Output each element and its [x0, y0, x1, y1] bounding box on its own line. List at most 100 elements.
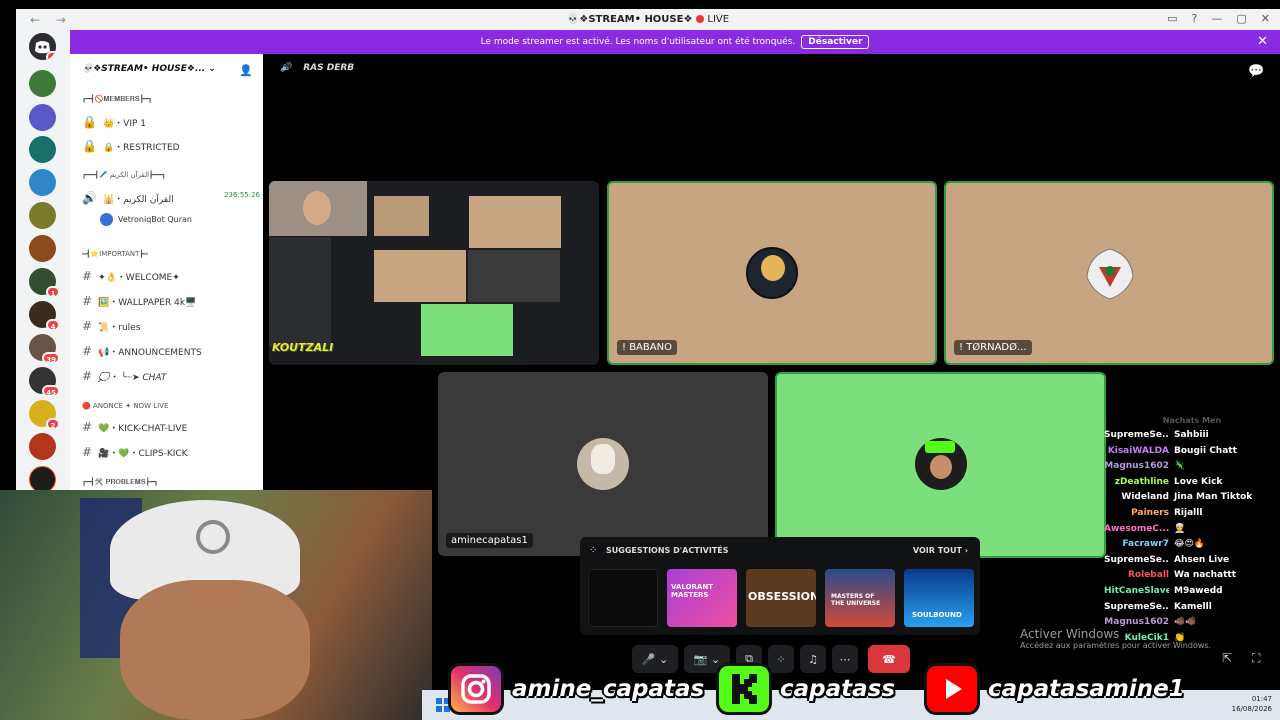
discord-stream-screen: ← → 💀❖STREAM• HOUSE❖ LIVE ▭ ? — ▢ ✕ Le m…	[0, 0, 1280, 720]
channel-announcements[interactable]: # 📢・ANNOUNCEMENTS	[82, 344, 202, 358]
participant-tile-aminecapatas[interactable]: aminecapatas1	[438, 372, 768, 556]
server-icon[interactable]: 45	[29, 367, 60, 397]
kick-handle: capatass	[716, 662, 895, 716]
activity-card-masters[interactable]: MASTERS OF THE UNIVERSE	[825, 569, 895, 627]
maximize-icon[interactable]: ▢	[1236, 12, 1246, 25]
server-icon[interactable]: 4	[29, 301, 60, 331]
hash-icon: #	[82, 420, 93, 434]
category-quran[interactable]: ┏━━┫🖊️ القرآن الكريم┣━━┓	[82, 171, 166, 179]
close-window-icon[interactable]: ✕	[1261, 12, 1270, 25]
minimize-icon[interactable]: —	[1211, 12, 1222, 25]
activate-windows-watermark: Activer Windows Accédez aux paramètres p…	[1020, 627, 1211, 650]
category-announce[interactable]: 🔴 ANONCE ✦ NOW LIVE	[82, 402, 168, 410]
voice-member[interactable]: VetroniqBot Quran	[100, 213, 192, 226]
server-icon[interactable]	[29, 104, 56, 131]
avatar	[915, 438, 967, 490]
screen-share-tile[interactable]: KOUTZALI	[269, 181, 599, 365]
shared-tile	[421, 304, 513, 356]
stream-chat-overlay: Nachats Men SupremeSe... Sahbiii KisaiWAL…	[1104, 414, 1280, 646]
server-icon[interactable]	[29, 433, 56, 460]
shared-tile	[469, 196, 561, 248]
disable-streamer-mode-button[interactable]: Désactiver	[801, 35, 870, 49]
channel-welcome[interactable]: # ✦👌・WELCOME✦	[82, 269, 180, 283]
activity-card-valorant[interactable]: VALORANT MASTERS	[667, 569, 737, 627]
voice-channel-quran[interactable]: 🔊 🕌・القرآن الكريم 236:55:26	[82, 191, 260, 205]
watermark-subtitle: Accédez aux paramètres pour activer Wind…	[1020, 641, 1212, 650]
activities-icon: ⁘	[589, 545, 598, 556]
server-icon[interactable]: 1	[29, 268, 60, 298]
discord-home-icon[interactable]: 1	[29, 33, 56, 60]
live-label: LIVE	[707, 14, 730, 25]
category-members[interactable]: ┏━┫🚫𝐌𝐄𝐌𝐁𝐄𝐑𝐒┣━┓	[82, 95, 152, 104]
help-icon[interactable]: ?	[1192, 12, 1198, 25]
inbox-icon[interactable]: ▭	[1167, 12, 1177, 25]
avatar	[100, 213, 113, 226]
voice-channel-header: 🔊 RAS DERB	[280, 63, 354, 73]
notification-badge: 2	[46, 418, 60, 430]
voice-channel-name: RAS DERB	[303, 63, 355, 73]
avatar	[1081, 243, 1139, 301]
notification-badge: 1	[46, 51, 56, 60]
server-icon[interactable]	[29, 70, 56, 97]
category-problems[interactable]: ┏━┫🛠️ 𝐏𝐑𝐎𝐁𝐋𝐄𝐌𝐒┣━┓	[82, 478, 158, 487]
window-titlebar: ← → 💀❖STREAM• HOUSE❖ LIVE ▭ ? — ▢ ✕	[16, 9, 1280, 30]
server-icon[interactable]: 2	[29, 400, 60, 430]
chat-message: SupremeSe... Ahsen Live	[1104, 554, 1230, 565]
fullscreen-icon[interactable]: ⛶	[1252, 651, 1260, 666]
chat-message: Wideland Jina Man Tiktok	[1121, 492, 1253, 503]
hash-icon: #	[82, 445, 93, 459]
window-title: 💀❖STREAM• HOUSE❖ LIVE	[16, 14, 1280, 25]
shared-tile	[374, 196, 429, 236]
clock-date: 16/08/2026	[1231, 705, 1272, 713]
participant-tile-tornado[interactable]: ! TØRNADØ...	[944, 181, 1274, 365]
server-name[interactable]: 💀❖STREAM• HOUSE❖... ⌄	[82, 64, 216, 74]
window-title-text: 💀❖STREAM• HOUSE❖	[566, 14, 693, 25]
participant-name: ! BABANO	[617, 340, 677, 355]
channel-rules[interactable]: # 📜・rules	[82, 319, 140, 333]
channel-restricted[interactable]: 🔒 🔒・RESTRICTED	[82, 139, 180, 153]
close-icon[interactable]: ✕	[1257, 34, 1268, 49]
taskbar-clock[interactable]: 01:47 16/08/2026	[1232, 694, 1272, 714]
live-dot-icon	[695, 15, 704, 23]
voice-timer: 236:55:26	[224, 191, 260, 199]
see-all-link[interactable]: VOIR TOUT ›	[913, 546, 968, 555]
server-icon[interactable]	[29, 169, 56, 196]
server-icon[interactable]	[29, 466, 56, 493]
add-member-icon[interactable]: 👤	[239, 64, 253, 77]
social-handles-banner: amine_capatas capatass capatasamine1	[448, 662, 1188, 720]
instagram-name: amine_capatas	[512, 676, 705, 702]
notification-badge: 45	[42, 385, 60, 397]
participant-tile-babano[interactable]: ! BABANO	[607, 181, 937, 365]
kick-icon	[716, 663, 772, 715]
notification-badge: 39	[42, 352, 60, 364]
server-icon[interactable]	[29, 136, 56, 163]
hash-icon: #	[82, 294, 93, 308]
server-rail: 1 1 4 39 45 2	[16, 30, 70, 493]
channel-kick-chat[interactable]: # 💚・KICK-CHAT-LIVE	[82, 420, 187, 434]
server-icon[interactable]: 39	[29, 334, 60, 364]
chat-message: SupremeSe... Sahbiii	[1104, 430, 1209, 440]
lock-icon: 🔒	[82, 139, 97, 153]
youtube-handle: capatasamine1	[924, 662, 1185, 716]
streamer-mode-text: Le mode streamer est activé. Les noms d'…	[480, 37, 796, 47]
channel-chat[interactable]: # 💭・ ╰┈➤ CHAT	[82, 369, 166, 383]
channel-wallpaper[interactable]: # 🖼️・WALLPAPER 4k🖥️	[82, 294, 196, 308]
channel-clips-kick[interactable]: # 🎥・💚・CLIPS-KICK	[82, 445, 188, 459]
server-icon[interactable]	[29, 202, 56, 229]
youtube-icon	[924, 663, 980, 715]
activity-card-obsession[interactable]: OBSESSION	[746, 569, 816, 627]
popout-icon[interactable]: ⇱	[1222, 651, 1232, 665]
activity-card-placeholder[interactable]	[588, 569, 658, 627]
avatar	[577, 438, 629, 490]
shared-tile	[468, 250, 560, 302]
window-controls: ▭ ? — ▢ ✕	[1167, 12, 1270, 25]
hash-icon: #	[82, 344, 93, 358]
channel-vip[interactable]: 🔒 👑・VIP 1	[82, 115, 146, 129]
server-icon[interactable]	[29, 235, 56, 262]
speaker-icon: 🔊	[82, 191, 97, 205]
activity-card-soulbound[interactable]: SOULBOUND	[904, 569, 974, 627]
activity-suggestions-panel: ⁘ SUGGESTIONS D'ACTIVITÉS VOIR TOUT › VA…	[580, 537, 980, 635]
category-important[interactable]: ═┫⭐IMPORTANT┣═	[82, 250, 148, 258]
chat-icon[interactable]: 💬	[1248, 64, 1264, 79]
participant-tile-kick[interactable]	[775, 372, 1106, 558]
